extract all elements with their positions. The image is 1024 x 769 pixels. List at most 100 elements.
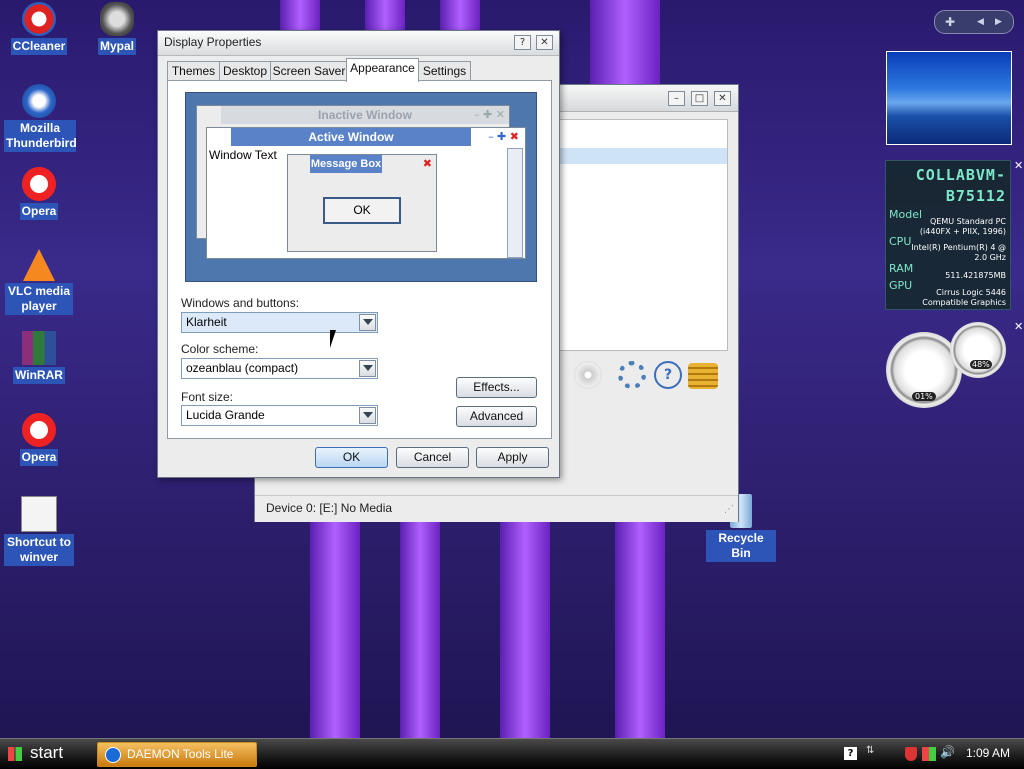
- preview-scrollbar: [507, 148, 523, 258]
- memory-dial-icon: 48%: [950, 322, 1006, 378]
- chevron-down-icon[interactable]: [359, 360, 376, 377]
- computer-name: COLLABVM-B75112: [915, 166, 1006, 205]
- device-list[interactable]: [558, 119, 728, 351]
- wallpaper-beam: [310, 520, 360, 738]
- cancel-button[interactable]: Cancel: [396, 447, 469, 468]
- apply-button[interactable]: Apply: [476, 447, 549, 468]
- wallpaper-beam: [280, 0, 320, 30]
- system-info-gadget[interactable]: ✕ COLLABVM-B75112 Model QEMU Standard PC…: [885, 159, 1023, 310]
- opera-icon: [22, 413, 56, 447]
- minimize-icon[interactable]: –: [668, 91, 685, 106]
- system-tray: ? ⇅ 🔊 1:09 AM: [840, 739, 1024, 769]
- taskbar: start DAEMON Tools Lite ? ⇅ 🔊 1:09 AM: [0, 738, 1024, 769]
- tab-appearance[interactable]: Appearance: [346, 58, 419, 82]
- preview-inactive-title: Inactive Window: [221, 106, 509, 124]
- wallpaper-beam: [615, 520, 665, 738]
- ok-button[interactable]: OK: [315, 447, 388, 468]
- desktop-icon-opera[interactable]: Opera: [4, 167, 74, 220]
- next-icon[interactable]: ▶: [995, 11, 1002, 33]
- preview-message-box: Message Box ✖ OK: [287, 154, 437, 252]
- toolbar: ?: [558, 357, 726, 395]
- thunderbird-icon: [22, 84, 56, 118]
- gear-icon[interactable]: [618, 361, 646, 389]
- list-item-selected[interactable]: [559, 148, 727, 164]
- tab-screen-saver[interactable]: Screen Saver: [270, 61, 348, 81]
- opera-icon: [22, 167, 56, 201]
- tab-settings[interactable]: Settings: [418, 61, 471, 81]
- windows-buttons-label: Windows and buttons:: [181, 296, 300, 310]
- desktop-icon-mypal[interactable]: Mypal: [82, 2, 152, 55]
- desktop-icon-winver[interactable]: Shortcut to winver: [4, 496, 74, 566]
- network-tray-icon[interactable]: ⇅: [866, 745, 874, 756]
- winrar-books-icon: [22, 331, 56, 365]
- preview-message-close-icon: ✖: [422, 157, 432, 170]
- desktop-icon-opera-2[interactable]: Opera: [4, 413, 74, 466]
- color-scheme-select[interactable]: ozeanblau (compact): [181, 358, 378, 379]
- desktop-icon-winrar[interactable]: WinRAR: [4, 331, 74, 384]
- cpu-value: Intel(R) Pentium(R) 4 @ 2.0 GHz: [911, 243, 1006, 262]
- maximize-icon[interactable]: □: [691, 91, 708, 106]
- preview-inactive-controls: – ✚ ✕: [474, 108, 505, 121]
- desktop-icon-thunderbird[interactable]: Mozilla Thunderbird: [4, 84, 77, 152]
- windows-logo-icon: [8, 747, 22, 761]
- ram-label: RAM: [889, 262, 914, 275]
- help-icon[interactable]: ?: [654, 361, 682, 389]
- help-tray-icon[interactable]: ?: [844, 747, 857, 760]
- effects-button[interactable]: Effects...: [456, 377, 537, 398]
- ram-value: 511.421875MB: [945, 271, 1006, 280]
- sidebar-toolbar[interactable]: ✚ ◀ ▶: [934, 10, 1014, 34]
- wallpaper-beam: [440, 0, 480, 30]
- cpu-meter-gadget[interactable]: ✕ 01% 48%: [884, 320, 1023, 414]
- close-button[interactable]: ✕: [536, 35, 553, 50]
- vlc-cone-icon: [23, 249, 55, 281]
- advanced-button[interactable]: Advanced: [456, 406, 537, 427]
- taskbar-item-label: DAEMON Tools Lite: [127, 747, 234, 761]
- font-size-select[interactable]: Lucida Grande: [181, 405, 378, 426]
- disc-icon[interactable]: [574, 361, 602, 389]
- status-bar: Device 0: [E:] No Media ⋰: [255, 495, 738, 522]
- add-gadget-icon[interactable]: ✚: [945, 11, 955, 33]
- memory-meter-value: 48%: [970, 360, 992, 369]
- wallpaper-beam: [365, 0, 405, 30]
- chevron-down-icon[interactable]: [359, 407, 376, 424]
- preview-active-window: Active Window – ✚ ✖ Window Text Message …: [206, 127, 526, 259]
- preview-message-title: Message Box: [310, 155, 382, 173]
- preview-active-title: Active Window: [231, 128, 471, 146]
- desktop-icon-vlc[interactable]: VLC media player: [4, 249, 74, 315]
- dialog-title: Display Properties: [164, 35, 262, 49]
- preview-window-text: Window Text: [209, 148, 277, 162]
- chevron-down-icon[interactable]: [359, 314, 376, 331]
- gadget-close-icon[interactable]: ✕: [1014, 159, 1023, 172]
- coins-icon[interactable]: [688, 363, 718, 389]
- dialog-title-bar[interactable]: Display Properties ? ✕: [158, 31, 559, 56]
- windows-buttons-select[interactable]: Klarheit: [181, 312, 378, 333]
- prev-icon[interactable]: ◀: [977, 11, 984, 33]
- slideshow-gadget[interactable]: [886, 51, 1012, 145]
- model-value: QEMU Standard PC (i440FX + PIIX, 1996): [919, 217, 1006, 236]
- windows-flag-tray-icon[interactable]: [922, 747, 936, 761]
- desktop-icon-ccleaner[interactable]: CCleaner: [4, 2, 74, 55]
- wallpaper-beam: [400, 520, 440, 738]
- start-button[interactable]: start: [0, 739, 90, 769]
- display-properties-dialog[interactable]: Display Properties ? ✕ Themes Desktop Sc…: [157, 30, 560, 478]
- gpu-value: Cirrus Logic 5446 Compatible Graphics: [922, 288, 1006, 307]
- daemon-tools-icon: [105, 747, 121, 763]
- device-status-text: Device 0: [E:] No Media: [266, 501, 393, 515]
- volume-tray-icon[interactable]: 🔊: [940, 745, 955, 759]
- appearance-preview: Inactive Window – ✚ ✕ Active Window – ✚ …: [185, 92, 537, 282]
- taskbar-item-daemon-tools[interactable]: DAEMON Tools Lite: [97, 742, 257, 767]
- mouse-cursor-icon: [330, 330, 336, 348]
- wallpaper-beam: [590, 0, 660, 84]
- gadget-close-icon[interactable]: ✕: [1014, 320, 1023, 333]
- start-label: start: [30, 743, 64, 762]
- cpu-meter-value: 01%: [912, 392, 936, 401]
- ccleaner-icon: [22, 2, 56, 36]
- color-scheme-label: Color scheme:: [181, 342, 259, 356]
- clock: 1:09 AM: [966, 746, 1011, 760]
- tab-themes[interactable]: Themes: [167, 61, 220, 81]
- security-shield-icon[interactable]: [905, 747, 917, 761]
- tab-desktop[interactable]: Desktop: [219, 61, 271, 81]
- close-icon[interactable]: ✕: [714, 91, 731, 106]
- resize-grip-icon[interactable]: ⋰: [724, 504, 734, 515]
- help-button[interactable]: ?: [514, 35, 531, 50]
